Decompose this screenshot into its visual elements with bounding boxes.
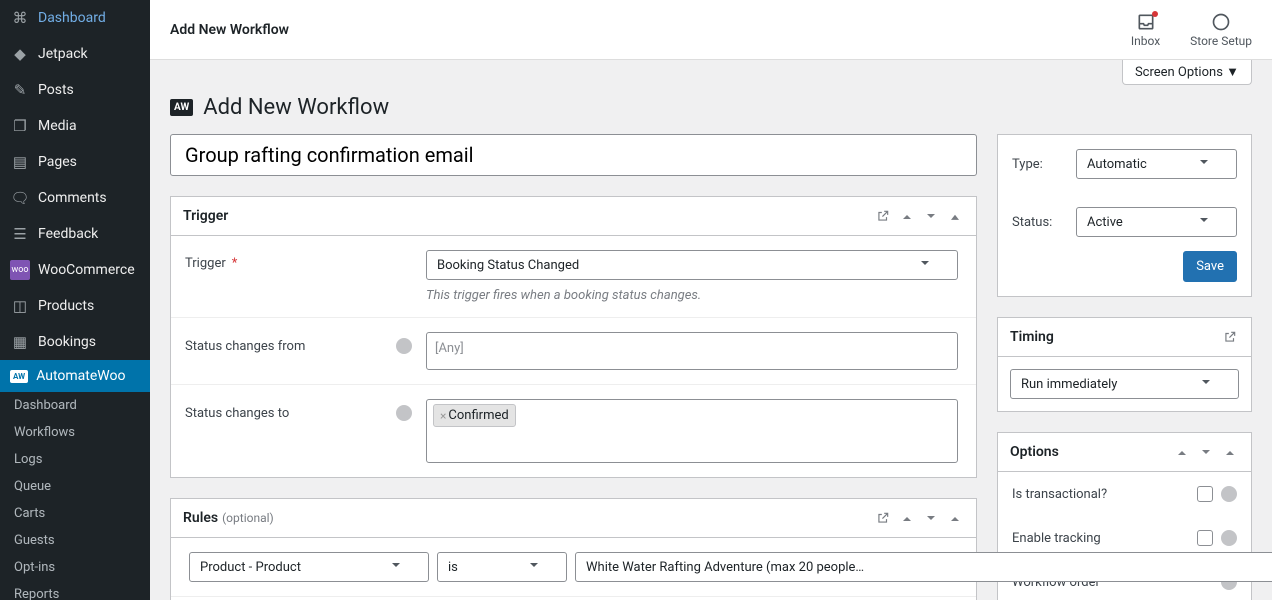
move-down-icon[interactable]: [922, 207, 940, 225]
sidebar-item-woocommerce[interactable]: wooWooCommerce: [0, 252, 150, 288]
progress-circle-icon: [1211, 12, 1231, 32]
page-title: Add New Workflow: [203, 95, 389, 120]
status-tag[interactable]: × Confirmed: [433, 404, 516, 427]
trigger-postbox: Trigger Trigger *: [170, 196, 977, 478]
status-from-placeholder: [Any]: [433, 337, 466, 360]
toggle-icon[interactable]: [946, 204, 964, 227]
calendar-icon: ▦: [10, 332, 30, 352]
rules-heading: Rules: [183, 510, 218, 526]
products-icon: ◫: [10, 296, 30, 316]
trigger-select[interactable]: Booking Status Changed: [426, 250, 958, 280]
dashboard-icon: ⌘: [10, 8, 30, 28]
required-icon: *: [232, 256, 238, 271]
remove-tag-icon[interactable]: ×: [440, 409, 446, 423]
sub-item-reports[interactable]: Reports: [0, 581, 150, 600]
sub-item-queue[interactable]: Queue: [0, 473, 150, 500]
screen-options-button[interactable]: Screen Options ▼: [1122, 60, 1252, 85]
aw-icon: AW: [10, 370, 28, 383]
sub-item-dashboard[interactable]: Dashboard: [0, 392, 150, 419]
status-postbox: Type: Automatic Status: Active: [997, 134, 1252, 297]
sidebar-item-products[interactable]: ◫Products: [0, 288, 150, 324]
admin-sidebar: ⌘Dashboard ◆Jetpack ✎Posts ❐Media ▤Pages…: [0, 0, 150, 600]
external-link-icon[interactable]: [1221, 328, 1239, 346]
sidebar-item-bookings[interactable]: ▦Bookings: [0, 324, 150, 360]
page-icon: ▤: [10, 152, 30, 172]
topbar-title: Add New Workflow: [170, 22, 289, 38]
sidebar-item-automatewoo[interactable]: AWAutomateWoo: [0, 360, 150, 392]
type-label: Type:: [1012, 157, 1062, 172]
status-select[interactable]: Active: [1076, 207, 1237, 237]
sidebar-item-media[interactable]: ❐Media: [0, 108, 150, 144]
help-icon[interactable]: ?: [396, 338, 412, 354]
top-bar: Add New Workflow Inbox Store Setup: [150, 0, 1272, 60]
status-to-label: Status changes to: [185, 406, 289, 421]
chevron-down-icon: [921, 258, 929, 273]
timing-heading: Timing: [1010, 329, 1054, 345]
sidebar-item-dashboard[interactable]: ⌘Dashboard: [0, 0, 150, 36]
status-from-input[interactable]: [Any]: [426, 332, 958, 370]
sub-item-guests[interactable]: Guests: [0, 527, 150, 554]
woo-icon: woo: [10, 260, 30, 280]
sidebar-item-jetpack[interactable]: ◆Jetpack: [0, 36, 150, 72]
transactional-checkbox[interactable]: [1197, 486, 1213, 502]
rule-operator-select[interactable]: is: [437, 552, 567, 582]
external-link-icon[interactable]: [874, 207, 892, 225]
chevron-down-icon: [1200, 215, 1208, 230]
pin-icon: ✎: [10, 80, 30, 100]
chevron-down-icon: [530, 560, 538, 575]
rule-field-select[interactable]: Product - Product: [189, 552, 429, 582]
feedback-icon: ☰: [10, 224, 30, 244]
sidebar-item-posts[interactable]: ✎Posts: [0, 72, 150, 108]
move-up-icon[interactable]: [898, 509, 916, 527]
move-up-icon[interactable]: [898, 207, 916, 225]
jetpack-icon: ◆: [10, 44, 30, 64]
chevron-down-icon: [392, 560, 400, 575]
status-to-input[interactable]: × Confirmed: [426, 399, 958, 463]
move-down-icon[interactable]: [1197, 443, 1215, 461]
help-icon[interactable]: ?: [396, 405, 412, 421]
help-icon[interactable]: ?: [1221, 486, 1237, 502]
timing-select[interactable]: Run immediately: [1010, 369, 1239, 399]
workflow-title-input[interactable]: [170, 134, 977, 176]
comment-icon: 🗨: [10, 188, 30, 208]
options-heading: Options: [1010, 444, 1059, 460]
rule-value-select[interactable]: White Water Rafting Adventure (max 20 pe…: [575, 552, 1272, 582]
external-link-icon[interactable]: [874, 509, 892, 527]
transactional-label: Is transactional?: [1012, 487, 1107, 502]
toggle-icon[interactable]: [946, 509, 964, 527]
inbox-button[interactable]: Inbox: [1131, 12, 1160, 48]
status-from-label: Status changes from: [185, 339, 305, 354]
notification-dot-icon: [1152, 11, 1158, 17]
sub-item-workflows[interactable]: Workflows: [0, 419, 150, 446]
chevron-down-icon: [1202, 377, 1210, 392]
sidebar-item-pages[interactable]: ▤Pages: [0, 144, 150, 180]
type-select[interactable]: Automatic: [1076, 149, 1237, 179]
sidebar-item-comments[interactable]: 🗨Comments: [0, 180, 150, 216]
sub-item-carts[interactable]: Carts: [0, 500, 150, 527]
sub-item-optins[interactable]: Opt-ins: [0, 554, 150, 581]
help-icon[interactable]: ?: [1221, 530, 1237, 546]
status-label: Status:: [1012, 215, 1062, 230]
tracking-label: Enable tracking: [1012, 531, 1101, 546]
trigger-label: Trigger: [185, 256, 226, 271]
move-up-icon[interactable]: [1173, 443, 1191, 461]
media-icon: ❐: [10, 116, 30, 136]
trigger-help-text: This trigger fires when a booking status…: [426, 288, 958, 303]
trigger-heading: Trigger: [183, 208, 228, 224]
toggle-icon[interactable]: [1221, 443, 1239, 461]
sub-item-logs[interactable]: Logs: [0, 446, 150, 473]
tracking-checkbox[interactable]: [1197, 530, 1213, 546]
inbox-icon: [1136, 12, 1156, 32]
move-down-icon[interactable]: [922, 509, 940, 527]
store-setup-button[interactable]: Store Setup: [1190, 12, 1252, 48]
timing-postbox: Timing Run immediately: [997, 317, 1252, 412]
optional-label: (optional): [222, 511, 274, 525]
chevron-down-icon: [1200, 157, 1208, 172]
save-button[interactable]: Save: [1183, 251, 1237, 282]
aw-logo-icon: AW: [170, 99, 193, 116]
rules-postbox: Rules (optional) Product - Product: [170, 498, 977, 600]
sidebar-item-feedback[interactable]: ☰Feedback: [0, 216, 150, 252]
